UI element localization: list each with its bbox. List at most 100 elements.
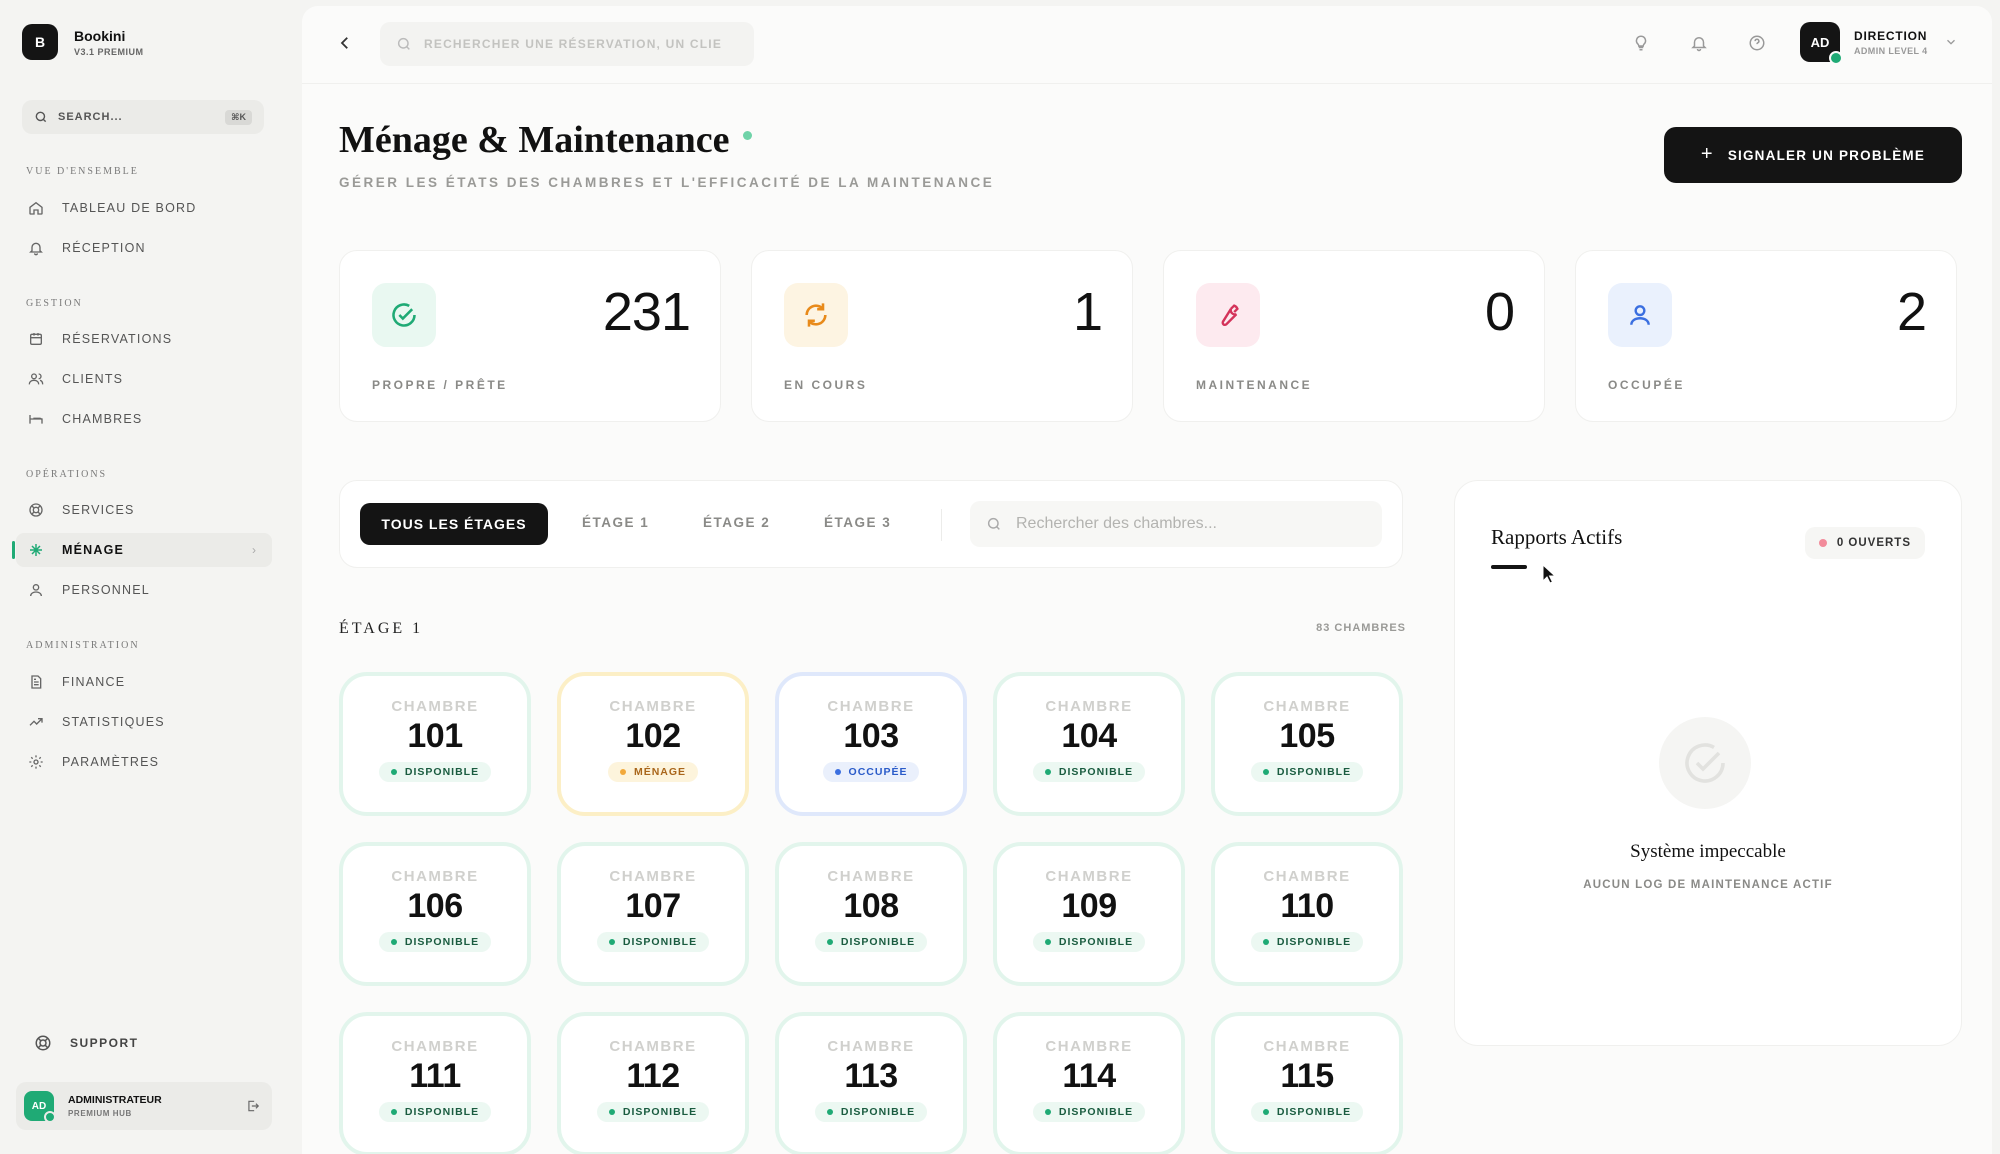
account-name: DIRECTION — [1854, 28, 1928, 43]
tab-floor-1[interactable]: ÉTAGE 1 — [582, 515, 649, 530]
sidebar-item-parametres[interactable]: PARAMÈTRES — [16, 745, 272, 779]
sidebar-search-placeholder: SEARCH... — [58, 111, 123, 123]
logout-icon[interactable] — [246, 1099, 260, 1113]
lifebuoy-icon — [35, 1035, 51, 1051]
room-card[interactable]: CHAMBRE 110 DISPONIBLE — [1211, 842, 1403, 986]
report-problem-button[interactable]: + SIGNALER UN PROBLÈME — [1664, 127, 1962, 183]
tab-floor-2[interactable]: ÉTAGE 2 — [703, 515, 770, 530]
sidebar-item-statistiques[interactable]: STATISTIQUES — [16, 705, 272, 739]
divider — [941, 509, 942, 541]
room-card[interactable]: CHAMBRE 102 MÉNAGE — [557, 672, 749, 816]
brand[interactable]: B Bookini V3.1 PREMIUM — [22, 24, 144, 60]
room-label: CHAMBRE — [391, 1038, 479, 1055]
room-search[interactable] — [970, 501, 1382, 547]
status-badge: DISPONIBLE — [378, 932, 492, 952]
account-role: ADMIN LEVEL 4 — [1854, 45, 1928, 56]
sidebar-item-label: PARAMÈTRES — [62, 755, 160, 769]
mouse-cursor-icon — [1542, 564, 1556, 584]
check-circle-icon — [372, 283, 436, 347]
status-badge: DISPONIBLE — [1032, 932, 1146, 952]
room-number: 104 — [1061, 717, 1117, 755]
room-number: 103 — [843, 717, 899, 755]
bell-icon[interactable] — [1690, 34, 1708, 57]
back-button[interactable] — [336, 34, 354, 57]
stat-label: EN COURS — [784, 378, 868, 392]
tab-all-floors[interactable]: TOUS LES ÉTAGES — [360, 503, 548, 545]
empty-state-title: Système impeccable — [1630, 841, 1786, 862]
room-card[interactable]: CHAMBRE 103 OCCUPÉE — [775, 672, 967, 816]
open-reports-badge: 0 OUVERTS — [1804, 527, 1925, 559]
empty-state-subtitle: AUCUN LOG DE MAINTENANCE ACTIF — [1583, 879, 1833, 891]
support-link[interactable]: SUPPORT — [34, 1034, 139, 1052]
stat-label: PROPRE / PRÊTE — [372, 378, 508, 392]
sidebar-search[interactable]: SEARCH... ⌘K — [22, 100, 264, 134]
room-label: CHAMBRE — [1045, 868, 1133, 885]
lightbulb-icon[interactable] — [1632, 34, 1650, 57]
room-card[interactable]: CHAMBRE 105 DISPONIBLE — [1211, 672, 1403, 816]
sidebar-item-menage[interactable]: MÉNAGE › — [12, 533, 272, 567]
room-number: 114 — [1062, 1057, 1116, 1095]
status-dot — [743, 130, 753, 140]
sidebar-item-clients[interactable]: CLIENTS — [16, 362, 272, 396]
room-label: CHAMBRE — [1263, 868, 1351, 885]
room-card[interactable]: CHAMBRE 108 DISPONIBLE — [775, 842, 967, 986]
check-circle-icon — [1659, 717, 1751, 809]
sidebar-item-label: CHAMBRES — [62, 412, 143, 426]
status-badge: DISPONIBLE — [1032, 762, 1146, 782]
room-card[interactable]: CHAMBRE 104 DISPONIBLE — [993, 672, 1185, 816]
floor-title: ÉTAGE 1 — [339, 620, 424, 637]
sidebar-item-chambres[interactable]: CHAMBRES — [16, 402, 272, 436]
global-search-input[interactable]: RECHERCHER UNE RÉSERVATION, UN CLIE — [380, 22, 754, 66]
users-icon — [28, 371, 44, 387]
help-icon[interactable] — [1748, 34, 1766, 57]
brand-name: Bookini — [74, 27, 126, 44]
topbar: RECHERCHER UNE RÉSERVATION, UN CLIE AD D… — [302, 6, 1992, 84]
room-card[interactable]: CHAMBRE 106 DISPONIBLE — [339, 842, 531, 986]
sidebar-item-label: PERSONNEL — [62, 583, 150, 597]
reports-title: Rapports Actifs — [1491, 525, 1623, 549]
room-search-input[interactable] — [1016, 515, 1356, 533]
status-badge: DISPONIBLE — [596, 1102, 710, 1122]
room-number: 111 — [409, 1057, 461, 1095]
page-title-text: Ménage & Maintenance — [339, 119, 730, 161]
status-badge: DISPONIBLE — [378, 762, 492, 782]
brand-version: V3.1 PREMIUM — [74, 46, 144, 57]
sparkles-icon — [28, 542, 44, 558]
room-label: CHAMBRE — [827, 698, 915, 715]
room-label: CHAMBRE — [609, 868, 697, 885]
room-card[interactable]: CHAMBRE 115 DISPONIBLE — [1211, 1012, 1403, 1154]
user-icon — [28, 582, 44, 598]
room-card[interactable]: CHAMBRE 107 DISPONIBLE — [557, 842, 749, 986]
room-label: CHAMBRE — [1045, 1038, 1133, 1055]
stat-card-maintenance: 0 MAINTENANCE — [1163, 250, 1545, 422]
sidebar-item-services[interactable]: SERVICES — [16, 493, 272, 527]
chevron-left-icon — [340, 37, 348, 49]
room-label: CHAMBRE — [391, 868, 479, 885]
page-title: Ménage & Maintenance — [339, 118, 753, 162]
search-icon — [397, 37, 410, 50]
room-card[interactable]: CHAMBRE 114 DISPONIBLE — [993, 1012, 1185, 1154]
sidebar-item-finance[interactable]: FINANCE — [16, 665, 272, 699]
room-card[interactable]: CHAMBRE 113 DISPONIBLE — [775, 1012, 967, 1154]
sidebar-item-dashboard[interactable]: TABLEAU DE BORD — [16, 191, 272, 225]
gear-icon — [28, 754, 44, 770]
room-card[interactable]: CHAMBRE 112 DISPONIBLE — [557, 1012, 749, 1154]
room-number: 107 — [625, 887, 681, 925]
room-card[interactable]: CHAMBRE 109 DISPONIBLE — [993, 842, 1185, 986]
search-icon — [35, 111, 47, 123]
sidebar-item-reception[interactable]: RÉCEPTION — [16, 231, 272, 265]
status-badge: DISPONIBLE — [1250, 932, 1364, 952]
stat-card-clean: 231 PROPRE / PRÊTE — [339, 250, 721, 422]
section-gestion: GESTION — [26, 298, 83, 309]
sidebar-item-personnel[interactable]: PERSONNEL — [16, 573, 272, 607]
sidebar-item-reservations[interactable]: RÉSERVATIONS — [16, 322, 272, 356]
status-badge: OCCUPÉE — [822, 762, 920, 782]
room-card[interactable]: CHAMBRE 101 DISPONIBLE — [339, 672, 531, 816]
room-card[interactable]: CHAMBRE 111 DISPONIBLE — [339, 1012, 531, 1154]
room-number: 102 — [625, 717, 681, 755]
account-menu[interactable]: AD DIRECTION ADMIN LEVEL 4 — [1800, 22, 1958, 65]
user-card[interactable]: AD ADMINISTRATEUR PREMIUM HUB — [16, 1082, 272, 1130]
tab-floor-3[interactable]: ÉTAGE 3 — [824, 515, 891, 530]
room-label: CHAMBRE — [827, 868, 915, 885]
sidebar-item-label: RÉSERVATIONS — [62, 332, 173, 346]
